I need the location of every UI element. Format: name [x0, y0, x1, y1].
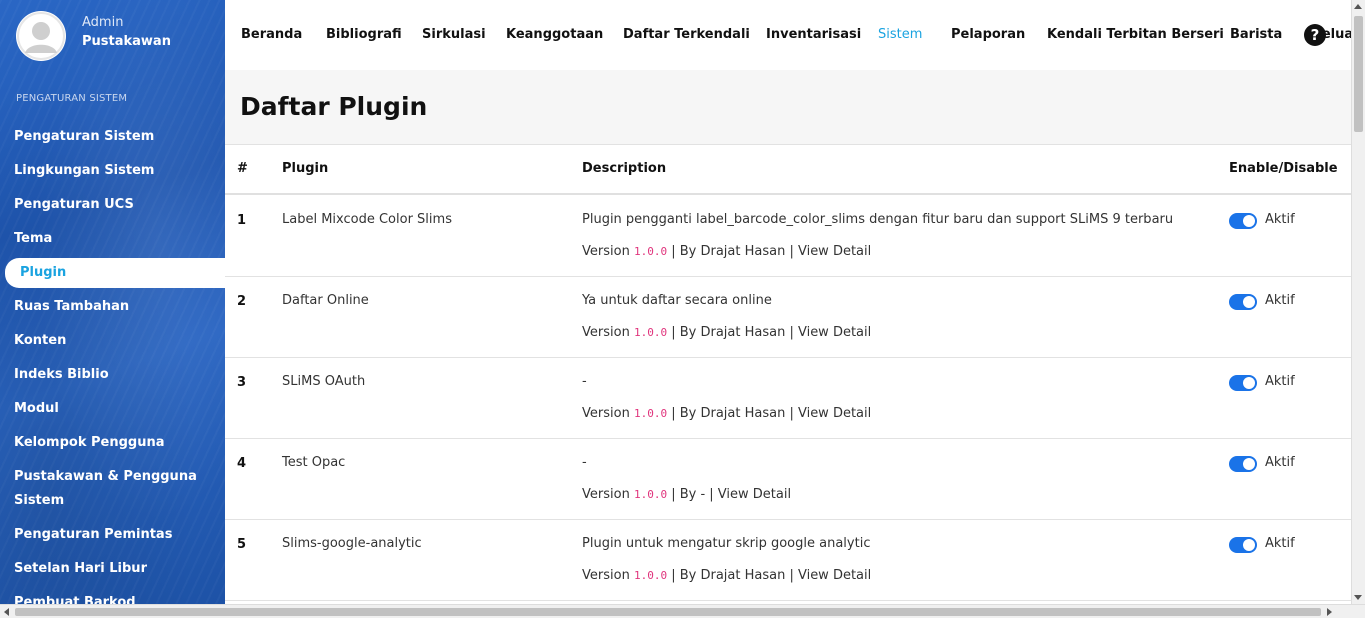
scroll-up-icon[interactable] [1354, 4, 1362, 9]
nav-barista[interactable]: Barista [1230, 27, 1282, 42]
sidebar-item-setelan-hari-libur[interactable]: Setelan Hari Libur [0, 552, 225, 586]
plugin-name: Slims-google-analytic [282, 536, 422, 551]
main-content: Daftar Plugin # Plugin Description Enabl… [225, 70, 1351, 604]
header-description: Description [582, 161, 667, 176]
sidebar-item-indeks-biblio[interactable]: Indeks Biblio [0, 358, 225, 392]
enable-toggle[interactable] [1229, 294, 1257, 310]
table-row: 5 Slims-google-analytic Plugin untuk men… [225, 519, 1351, 601]
version-prefix: Version [582, 568, 630, 583]
nav-keanggotaan[interactable]: Keanggotaan [506, 27, 603, 42]
enable-toggle[interactable] [1229, 213, 1257, 229]
version-prefix: Version [582, 487, 630, 502]
plugin-meta: Version 1.0.0 | By - | View Detail [582, 487, 791, 502]
table-row: 2 Daftar Online Ya untuk daftar secara o… [225, 276, 1351, 358]
plugin-name: SLiMS OAuth [282, 374, 366, 389]
vertical-scrollbar[interactable] [1351, 0, 1365, 604]
sidebar-item-modul[interactable]: Modul [0, 392, 225, 426]
status-label: Aktif [1265, 455, 1295, 470]
sidebar-item-ruas-tambahan[interactable]: Ruas Tambahan [0, 290, 225, 324]
version-prefix: Version [582, 406, 630, 421]
author-detail[interactable]: | By Drajat Hasan | View Detail [671, 568, 871, 583]
scroll-left-icon[interactable] [4, 608, 9, 616]
version-code: 1.0.0 [633, 326, 668, 339]
row-num: 1 [237, 213, 247, 228]
profile: Admin Pustakawan [0, 0, 225, 70]
version-code: 1.0.0 [633, 245, 668, 258]
scroll-down-icon[interactable] [1354, 595, 1362, 600]
plugin-name: Daftar Online [282, 293, 369, 308]
sidebar: Admin Pustakawan PENGATURAN SISTEM Penga… [0, 0, 225, 604]
plugin-description: - [582, 374, 587, 389]
author-detail[interactable]: | By Drajat Hasan | View Detail [671, 244, 871, 259]
plugin-name: Label Mixcode Color Slims [282, 212, 452, 227]
row-num: 2 [237, 294, 247, 309]
help-icon[interactable]: ? [1304, 24, 1326, 46]
user-avatar-icon[interactable] [16, 11, 66, 61]
version-code: 1.0.0 [633, 488, 668, 501]
version-code: 1.0.0 [633, 407, 668, 420]
sidebar-item-pustakawan-pengguna[interactable]: Pustakawan & Pengguna Sistem [0, 460, 225, 518]
table-row: 3 SLiMS OAuth - Version 1.0.0 | By Draja… [225, 357, 1351, 439]
enable-toggle[interactable] [1229, 537, 1257, 553]
status-label: Aktif [1265, 374, 1295, 389]
row-num: 5 [237, 537, 247, 552]
header-num: # [237, 161, 248, 176]
nav-kendali-terbitan-berseri[interactable]: Kendali Terbitan Berseri [1047, 27, 1224, 42]
enable-toggle[interactable] [1229, 375, 1257, 391]
table-header: # Plugin Description Enable/Disable [225, 145, 1351, 195]
sidebar-item-pembuat-barkod[interactable]: Pembuat Barkod [0, 586, 225, 604]
author-detail[interactable]: | By - | View Detail [671, 487, 791, 502]
sidebar-item-pengaturan-ucs[interactable]: Pengaturan UCS [0, 188, 225, 222]
nav-sistem[interactable]: Sistem [878, 27, 922, 42]
sidebar-nav: Pengaturan Sistem Lingkungan Sistem Peng… [0, 120, 225, 604]
status-label: Aktif [1265, 212, 1295, 227]
header-enable-disable: Enable/Disable [1229, 161, 1338, 176]
sidebar-item-kelompok-pengguna[interactable]: Kelompok Pengguna [0, 426, 225, 460]
plugin-description: Ya untuk daftar secara online [582, 293, 772, 308]
title-area: Daftar Plugin [225, 70, 1351, 145]
row-num: 3 [237, 375, 247, 390]
author-detail[interactable]: | By Drajat Hasan | View Detail [671, 406, 871, 421]
header-plugin: Plugin [282, 161, 329, 176]
plugin-meta: Version 1.0.0 | By Drajat Hasan | View D… [582, 406, 871, 421]
version-prefix: Version [582, 244, 630, 259]
nav-daftar-terkendali[interactable]: Daftar Terkendali [623, 27, 750, 42]
sidebar-item-plugin[interactable]: Plugin [5, 258, 225, 288]
horizontal-scroll-thumb[interactable] [15, 608, 1321, 616]
row-num: 4 [237, 456, 247, 471]
plugin-meta: Version 1.0.0 | By Drajat Hasan | View D… [582, 325, 871, 340]
nav-inventarisasi[interactable]: Inventarisasi [766, 27, 861, 42]
version-prefix: Version [582, 325, 630, 340]
user-role: Admin [82, 15, 124, 30]
user-name: Pustakawan [82, 34, 171, 49]
plugin-description: Plugin pengganti label_barcode_color_sli… [582, 212, 1174, 227]
version-code: 1.0.0 [633, 569, 668, 582]
nav-pelaporan[interactable]: Pelaporan [951, 27, 1025, 42]
nav-sirkulasi[interactable]: Sirkulasi [422, 27, 486, 42]
sidebar-item-pengaturan-pemintas[interactable]: Pengaturan Pemintas [0, 518, 225, 552]
plugin-name: Test Opac [282, 455, 346, 470]
table-row: 4 Test Opac - Version 1.0.0 | By - | Vie… [225, 438, 1351, 520]
sidebar-item-lingkungan-sistem[interactable]: Lingkungan Sistem [0, 154, 225, 188]
top-navbar: Beranda Bibliografi Sirkulasi Keanggotaa… [225, 0, 1351, 70]
plugin-description: Plugin untuk mengatur skrip google analy… [582, 536, 871, 551]
enable-toggle[interactable] [1229, 456, 1257, 472]
scroll-right-icon[interactable] [1327, 608, 1332, 616]
status-label: Aktif [1265, 293, 1295, 308]
sidebar-item-pengaturan-sistem[interactable]: Pengaturan Sistem [0, 120, 225, 154]
nav-beranda[interactable]: Beranda [241, 27, 302, 42]
sidebar-section-label: PENGATURAN SISTEM [16, 93, 128, 104]
horizontal-scrollbar[interactable] [0, 604, 1365, 618]
table-row: 1 Label Mixcode Color Slims Plugin pengg… [225, 195, 1351, 277]
sidebar-item-konten[interactable]: Konten [0, 324, 225, 358]
status-label: Aktif [1265, 536, 1295, 551]
vertical-scroll-thumb[interactable] [1354, 16, 1363, 132]
plugin-meta: Version 1.0.0 | By Drajat Hasan | View D… [582, 244, 871, 259]
plugin-meta: Version 1.0.0 | By Drajat Hasan | View D… [582, 568, 871, 583]
page-title: Daftar Plugin [240, 92, 428, 121]
author-detail[interactable]: | By Drajat Hasan | View Detail [671, 325, 871, 340]
plugin-description: - [582, 455, 587, 470]
nav-bibliografi[interactable]: Bibliografi [326, 27, 402, 42]
sidebar-item-tema[interactable]: Tema [0, 222, 225, 256]
